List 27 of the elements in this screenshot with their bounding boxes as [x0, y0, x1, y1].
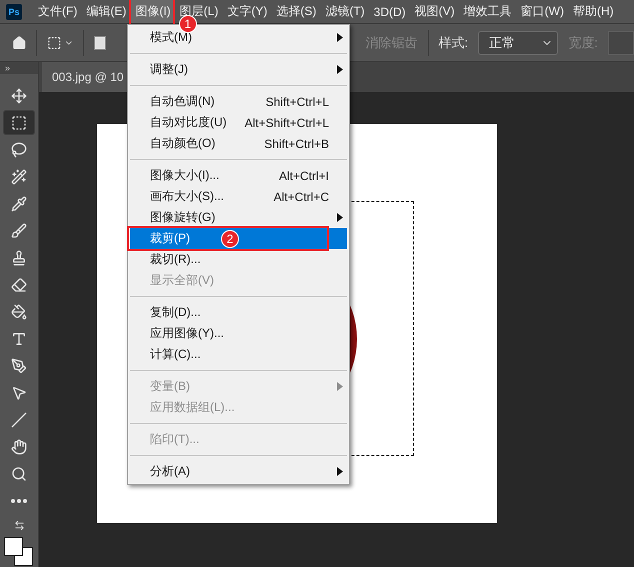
menu-item[interactable]: 自动颜色(O) Shift+Ctrl+B — [130, 133, 347, 154]
menu-item[interactable]: 分析(A) — [130, 461, 347, 482]
menu-item[interactable]: 计算(C)... — [130, 344, 347, 365]
style-label: 样式: — [438, 34, 468, 52]
menu-item[interactable]: 图像大小(I)... Alt+Ctrl+I — [130, 165, 347, 186]
menu-item[interactable]: 图像旋转(G) — [130, 207, 347, 228]
menu-bar-item[interactable]: 3D(D) — [370, 2, 410, 22]
collapse-icon[interactable]: » — [0, 62, 38, 74]
menu-item[interactable]: 应用图像(Y)... — [130, 323, 347, 344]
menu-bar-item[interactable]: 视图(V) — [410, 0, 459, 23]
menu-item[interactable]: 复制(D)... — [130, 302, 347, 323]
menu-item[interactable]: 画布大小(S)... Alt+Ctrl+C — [130, 186, 347, 207]
menu-bar-item[interactable]: 编辑(E) — [82, 0, 130, 23]
app-logo: Ps — [6, 4, 22, 20]
menu-bar-item[interactable]: 文件(F) — [34, 0, 82, 23]
menu-bar-item[interactable]: 文字(Y) — [223, 0, 272, 23]
menu-bar-item[interactable]: 增效工具 — [460, 0, 516, 23]
menu-bar-item[interactable]: 窗口(W) — [516, 0, 568, 23]
menu-bar-item[interactable]: 滤镜(T) — [321, 0, 369, 23]
menu-bar-item[interactable]: 选择(S) — [272, 0, 320, 23]
style-select[interactable]: 正常 — [478, 30, 558, 54]
menu-bar-item[interactable]: 帮助(H) — [568, 0, 618, 23]
menu-bar-item[interactable]: 图像(I) — [131, 0, 175, 23]
step-badge: 1 — [178, 15, 197, 33]
menu-item[interactable]: 自动色调(N) Shift+Ctrl+L — [130, 91, 347, 112]
menu-item[interactable]: 自动对比度(U) Alt+Shift+Ctrl+L — [130, 112, 347, 133]
menu-item[interactable]: 裁切(R)... — [130, 249, 347, 270]
